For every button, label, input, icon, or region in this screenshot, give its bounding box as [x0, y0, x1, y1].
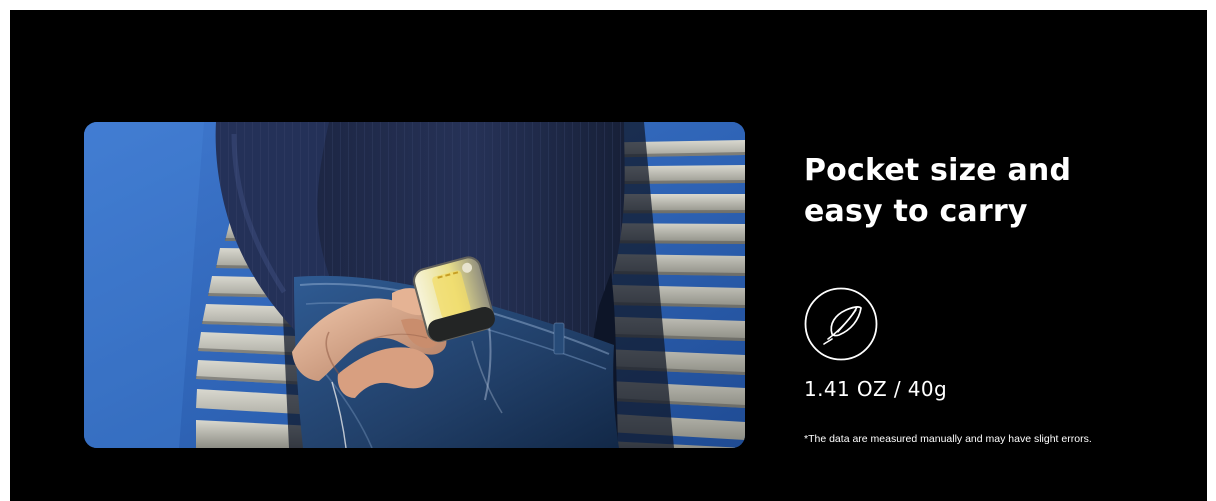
- feature-section: Pocket size and easy to carry 1.41 OZ / …: [10, 10, 1207, 501]
- page: Pocket size and easy to carry 1.41 OZ / …: [0, 0, 1216, 501]
- headline-line-1: Pocket size and: [804, 153, 1072, 188]
- weight-value: 1.41 OZ / 40g: [804, 377, 948, 401]
- headline-line-2: easy to carry: [804, 194, 1028, 229]
- feature-headline: Pocket size and easy to carry: [804, 150, 1164, 232]
- measurement-footnote: *The data are measured manually and may …: [804, 433, 1092, 445]
- feather-icon: [804, 287, 878, 361]
- product-lifestyle-image: [84, 122, 745, 448]
